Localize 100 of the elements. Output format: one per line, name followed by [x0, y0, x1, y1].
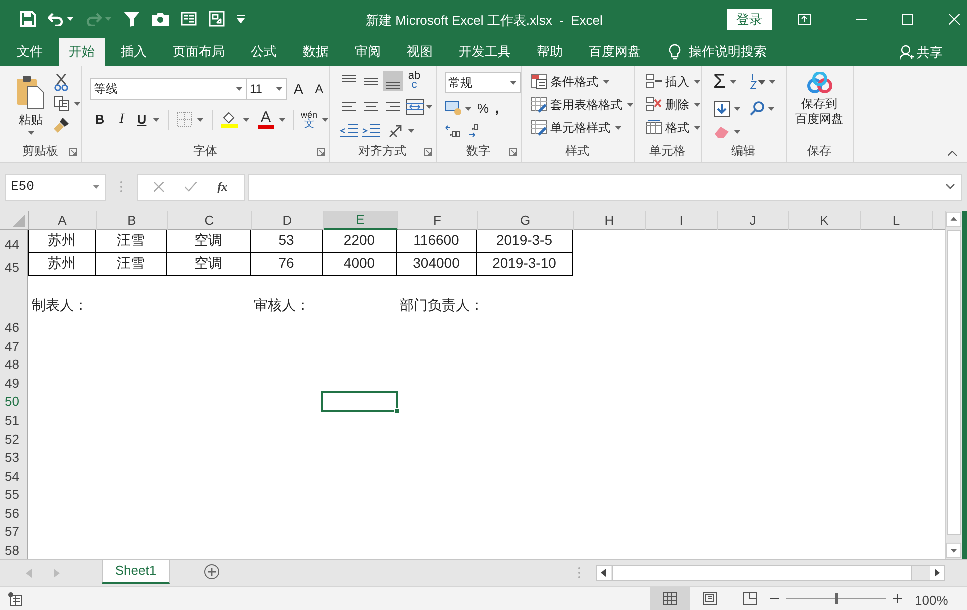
caret-icon[interactable] — [730, 80, 737, 84]
dialog-launcher-icon[interactable] — [69, 148, 77, 156]
column-header[interactable]: C — [168, 211, 252, 230]
caret-icon[interactable] — [768, 106, 775, 111]
view-button[interactable] — [650, 587, 690, 610]
column-header[interactable]: L — [861, 211, 933, 230]
name-box[interactable]: E50 — [5, 174, 106, 200]
scroll-thumb[interactable] — [947, 230, 961, 535]
column-header[interactable]: E — [324, 211, 398, 230]
caret-icon[interactable] — [602, 80, 610, 84]
maximize-icon[interactable] — [902, 14, 913, 24]
row-header[interactable]: 58 — [0, 540, 28, 560]
italic-button[interactable]: I — [110, 109, 134, 130]
form-icon[interactable] — [181, 12, 197, 26]
paste-button[interactable]: 粘贴 — [14, 75, 48, 140]
caret-icon[interactable] — [243, 118, 250, 122]
caret-icon[interactable] — [74, 102, 81, 106]
percent-button[interactable]: % — [478, 98, 490, 118]
row-header[interactable]: 50 — [0, 392, 28, 410]
caret-icon[interactable] — [614, 126, 622, 130]
styles-menu-button[interactable]: 单元格样式 — [530, 119, 634, 136]
ribbon-tab[interactable]: 数据 — [293, 38, 339, 66]
row-header[interactable]: 55 — [0, 484, 28, 504]
fill-down-icon[interactable] — [714, 100, 730, 117]
fill-color-icon[interactable] — [221, 111, 238, 128]
zoom-level[interactable]: 100% — [915, 591, 948, 610]
copy-icon[interactable] — [54, 96, 70, 112]
row-header[interactable]: 44 — [0, 230, 28, 253]
increase-indent-icon[interactable] — [360, 124, 381, 138]
caret-icon[interactable] — [510, 80, 517, 84]
underline-button[interactable]: U — [134, 110, 150, 130]
share-button[interactable]: 共享 — [900, 43, 943, 62]
ribbon-tab[interactable]: 公式 — [241, 38, 287, 66]
caret-icon[interactable] — [694, 102, 701, 106]
formula-input[interactable] — [248, 174, 962, 200]
horizontal-scrollbar[interactable] — [596, 565, 945, 581]
scroll-up-icon[interactable] — [946, 211, 962, 228]
row-header[interactable]: 54 — [0, 466, 28, 485]
cells-menu-button[interactable]: 插入 — [646, 73, 701, 90]
column-header[interactable]: A — [29, 211, 97, 230]
wrap-text-button[interactable]: ab c — [404, 72, 426, 90]
caret-icon[interactable] — [694, 80, 701, 84]
currency-icon[interactable] — [444, 101, 462, 116]
styles-menu-button[interactable]: 条件格式 — [530, 73, 634, 90]
customize-icon[interactable] — [237, 15, 245, 23]
caret-icon[interactable] — [67, 17, 74, 21]
caret-icon[interactable] — [464, 106, 472, 110]
ribbon-tab[interactable]: 视图 — [397, 38, 443, 66]
decrease-font-button[interactable]: A — [315, 81, 328, 97]
caret-icon[interactable] — [768, 80, 776, 84]
dialog-launcher-icon[interactable] — [508, 148, 517, 156]
dialog-launcher-icon[interactable] — [316, 148, 325, 156]
expand-icon[interactable] — [946, 184, 955, 190]
row-header[interactable]: 52 — [0, 428, 28, 448]
increase-font-button[interactable]: A — [294, 81, 308, 97]
save-icon[interactable] — [20, 11, 36, 27]
collapse-ribbon-icon[interactable] — [948, 151, 957, 156]
save-to-cloud-button[interactable]: 保存到 百度网盘 — [786, 66, 853, 140]
caret-icon[interactable] — [322, 118, 329, 122]
bold-button[interactable]: B — [90, 110, 110, 130]
row-header[interactable]: 47 — [0, 336, 28, 355]
decrease-indent-icon[interactable] — [338, 124, 359, 138]
row-header[interactable]: 53 — [0, 448, 28, 466]
caret-icon[interactable] — [694, 126, 701, 130]
ribbon-tab[interactable]: 插入 — [111, 38, 157, 66]
caret-icon[interactable] — [626, 102, 634, 106]
row-header[interactable]: 46 — [0, 276, 28, 336]
column-header[interactable]: F — [398, 211, 478, 230]
zoom-in-icon[interactable] — [893, 594, 902, 603]
column-header[interactable]: H — [574, 211, 646, 230]
ribbon-tab[interactable]: 开发工具 — [449, 38, 521, 66]
scroll-left-icon[interactable] — [597, 566, 611, 580]
font-size-field[interactable]: 11 — [247, 78, 287, 100]
number-format-field[interactable]: 常规 — [444, 72, 521, 93]
row-header[interactable]: 45 — [0, 252, 28, 276]
caret-icon[interactable] — [426, 104, 436, 109]
cells-menu-button[interactable]: 删除 — [646, 96, 701, 113]
camera-icon[interactable] — [152, 12, 169, 26]
filter-icon[interactable] — [124, 11, 140, 27]
ribbon-tab[interactable]: 审阅 — [345, 38, 391, 66]
selected-cell[interactable] — [321, 390, 398, 412]
ribbon-tab[interactable]: 开始 — [59, 38, 105, 66]
borders-icon[interactable] — [177, 112, 192, 127]
sort-filter-icon[interactable] — [750, 74, 766, 90]
insert-function-button[interactable]: fx — [218, 178, 228, 196]
sheet-tab[interactable]: Sheet1 — [102, 560, 170, 584]
caret-icon[interactable] — [734, 106, 741, 111]
font-color-button[interactable]: A — [258, 110, 274, 128]
column-header[interactable]: G — [478, 211, 574, 230]
merge-cells-icon[interactable] — [406, 98, 424, 115]
ribbon-display-icon[interactable] — [798, 14, 811, 24]
row-header[interactable]: 56 — [0, 503, 28, 522]
dialog-launcher-icon[interactable] — [424, 148, 432, 156]
scroll-right-icon[interactable] — [930, 566, 944, 580]
vertical-scrollbar[interactable] — [945, 211, 962, 559]
zoom-slider-thumb[interactable] — [834, 593, 838, 604]
frame-icon[interactable] — [209, 11, 225, 27]
comma-button[interactable]: , — [495, 98, 499, 119]
caret-icon[interactable] — [28, 131, 34, 135]
caret-icon[interactable] — [197, 118, 204, 122]
